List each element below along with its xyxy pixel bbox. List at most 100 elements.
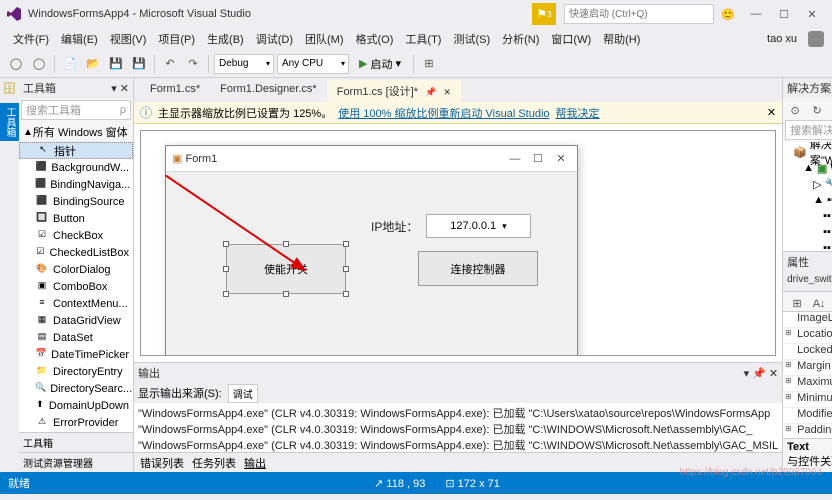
minimize-button[interactable]: — [742, 4, 770, 24]
toolbox-item[interactable]: 🔍DirectorySearc... [19, 380, 133, 397]
save-button[interactable]: 💾 [106, 54, 126, 74]
menu-help[interactable]: 帮助(H) [598, 29, 645, 49]
toolbox-item[interactable]: ↖指针 [19, 142, 133, 159]
tab-form1-design[interactable]: Form1.cs [设计]* 📌 ✕ [327, 80, 461, 102]
toolbox-item[interactable]: ⬛BackgroundW... [19, 159, 133, 176]
test-explorer-tab[interactable]: 测试资源管理器 [19, 452, 133, 472]
toolbox-item[interactable]: 📁DirectoryEntry [19, 363, 133, 380]
info-close-icon[interactable]: ✕ [767, 106, 776, 119]
tab-task-list[interactable]: 任务列表 [192, 455, 236, 470]
tab-form1-designer[interactable]: Form1.Designer.cs* [210, 80, 327, 102]
toolbox-item[interactable]: ▤DataSet [19, 329, 133, 346]
property-object[interactable]: drive_switch System.Windows.Forms.L [783, 272, 832, 292]
ip-textbox[interactable]: 127.0.0.1 ▾ [426, 214, 531, 238]
menu-team[interactable]: 团队(M) [300, 29, 349, 49]
drive-switch-control[interactable]: 使能开关 [226, 244, 346, 294]
toolbox-item[interactable]: ☑CheckedListBox [19, 244, 133, 261]
toolbox-item[interactable]: ⬛BindingNaviga... [19, 176, 133, 193]
menu-edit[interactable]: 编辑(E) [56, 29, 103, 49]
menu-test[interactable]: 测试(S) [448, 29, 495, 49]
property-row[interactable]: LockedFalse [783, 344, 832, 360]
toolbox-item[interactable]: ▦DataGridView [19, 312, 133, 329]
pin-icon[interactable]: 📌 [425, 87, 436, 97]
solution-root[interactable]: 📦 解决方案"WindowsFormsApp4"(1 [785, 144, 832, 160]
database-icon[interactable]: 🗄 [3, 82, 17, 95]
project-node[interactable]: ▲ ▣ WindowsFormsApp4 [785, 160, 832, 176]
toolbox-item[interactable]: ☑CheckBox [19, 227, 133, 244]
designer-surface[interactable]: ▣ Form1 — ☐ ✕ IP地址： 127.0.0.1 ▾ 使能开关 [140, 130, 776, 356]
nav-back-button[interactable]: ◯ [6, 54, 26, 74]
toolbox-item[interactable]: ⚠ErrorProvider [19, 414, 133, 431]
menu-tools[interactable]: 工具(T) [400, 29, 446, 49]
quick-launch-input[interactable] [564, 4, 714, 24]
menu-file[interactable]: 文件(F) [8, 29, 54, 49]
menu-analyze[interactable]: 分析(N) [497, 29, 544, 49]
toolbox-item[interactable]: ▣ComboBox [19, 278, 133, 295]
ref-item[interactable]: ▪▪ Mycontrol [785, 240, 832, 251]
pane-dropdown-icon[interactable]: ▾ [111, 82, 117, 95]
ref-item[interactable]: ▪▪ 分析器 [785, 208, 832, 224]
nav-fwd-button[interactable]: ◯ [29, 54, 49, 74]
info-link-2[interactable]: 帮我决定 [556, 105, 600, 121]
redo-button[interactable]: ↷ [183, 54, 203, 74]
resize-handle[interactable] [223, 291, 229, 297]
solution-search[interactable]: 搜索解决方案资源管理器(Ctrl+;) [785, 120, 832, 140]
tab-error-list[interactable]: 错误列表 [140, 455, 184, 470]
connect-button-control[interactable]: 连接控制器 [418, 251, 538, 286]
output-text[interactable]: "WindowsFormsApp4.exe" (CLR v4.0.30319: … [134, 403, 782, 452]
properties-grid[interactable]: ImageList(无)⊞Location118, 93LockedFalse⊞… [783, 312, 832, 438]
pane-close-icon[interactable]: ✕ [769, 367, 778, 380]
tab-close-icon[interactable]: ✕ [443, 87, 451, 97]
property-row[interactable]: ⊞Padding0, 0, 0, 0 [783, 424, 832, 438]
menu-window[interactable]: 窗口(W) [546, 29, 596, 49]
property-row[interactable]: ⊞Margin3, 3, 3, 3 [783, 360, 832, 376]
menu-debug[interactable]: 调试(D) [251, 29, 298, 49]
menu-project[interactable]: 项目(P) [153, 29, 200, 49]
resize-handle[interactable] [343, 266, 349, 272]
resize-handle[interactable] [343, 291, 349, 297]
toolbox-item[interactable]: ⬆DomainUpDown [19, 397, 133, 414]
close-button[interactable]: ✕ [798, 4, 826, 25]
undo-button[interactable]: ↶ [160, 54, 180, 74]
maximize-button[interactable]: ☐ [770, 4, 798, 25]
pane-close-icon[interactable]: ✕ [120, 82, 129, 95]
run-button[interactable]: ▶启动 ▾ [352, 53, 408, 75]
rail-tab-toolbox[interactable]: 工具箱 [0, 103, 19, 141]
save-all-button[interactable]: 💾 [129, 54, 149, 74]
property-row[interactable]: ⊞MinimumSize0, 0 [783, 392, 832, 408]
align-button[interactable]: ⊞ [419, 54, 439, 74]
resize-handle[interactable] [343, 241, 349, 247]
form-window[interactable]: ▣ Form1 — ☐ ✕ IP地址： 127.0.0.1 ▾ 使能开关 [165, 145, 578, 356]
toolbox-item[interactable]: ⬛BindingSource [19, 193, 133, 210]
refresh-icon[interactable]: ↻ [807, 100, 827, 120]
ref-item[interactable]: ▪▪ Microsoft.CSharp [785, 224, 832, 240]
property-row[interactable]: ImageList(无) [783, 312, 832, 328]
open-button[interactable]: 📂 [83, 54, 103, 74]
info-link-1[interactable]: 使用 100% 缩放比例重新启动 Visual Studio [338, 105, 549, 121]
toolbox-item[interactable]: 🔲Button [19, 210, 133, 227]
toolbox-item[interactable]: 📅DateTimePicker [19, 346, 133, 363]
notification-flag-icon[interactable]: ⚑3 [532, 3, 556, 25]
categorize-icon[interactable]: ⊞ [787, 294, 807, 314]
home-icon[interactable]: ⊙ [785, 100, 805, 120]
user-avatar-icon[interactable] [808, 31, 824, 47]
references-node[interactable]: ▲ ▪▪ 引用 [785, 192, 832, 208]
resize-handle[interactable] [283, 291, 289, 297]
output-source-dropdown[interactable]: 调试 [228, 384, 258, 403]
tab-output[interactable]: 输出 [244, 455, 266, 470]
menu-view[interactable]: 视图(V) [105, 29, 152, 49]
pane-pin-icon[interactable]: 📌 [752, 367, 766, 380]
pane-dropdown-icon[interactable]: ▾ [744, 367, 750, 380]
properties-node[interactable]: ▷ 🔧 Properties [785, 176, 832, 192]
toolbox-category[interactable]: ▲ 所有 Windows 窗体 [19, 122, 133, 142]
property-row[interactable]: ⊞Location118, 93 [783, 328, 832, 344]
property-row[interactable]: ModifiersPrivate [783, 408, 832, 424]
tab-form1-cs[interactable]: Form1.cs* [140, 80, 210, 102]
toolbox-search[interactable]: 搜索工具箱 ρ [21, 100, 131, 120]
resize-handle[interactable] [223, 241, 229, 247]
resize-handle[interactable] [223, 266, 229, 272]
config-dropdown[interactable]: Debug [214, 54, 274, 74]
user-badge[interactable]: tao xu [762, 31, 802, 47]
toolbox-tab[interactable]: 工具箱 [19, 432, 133, 452]
menu-build[interactable]: 生成(B) [202, 29, 249, 49]
